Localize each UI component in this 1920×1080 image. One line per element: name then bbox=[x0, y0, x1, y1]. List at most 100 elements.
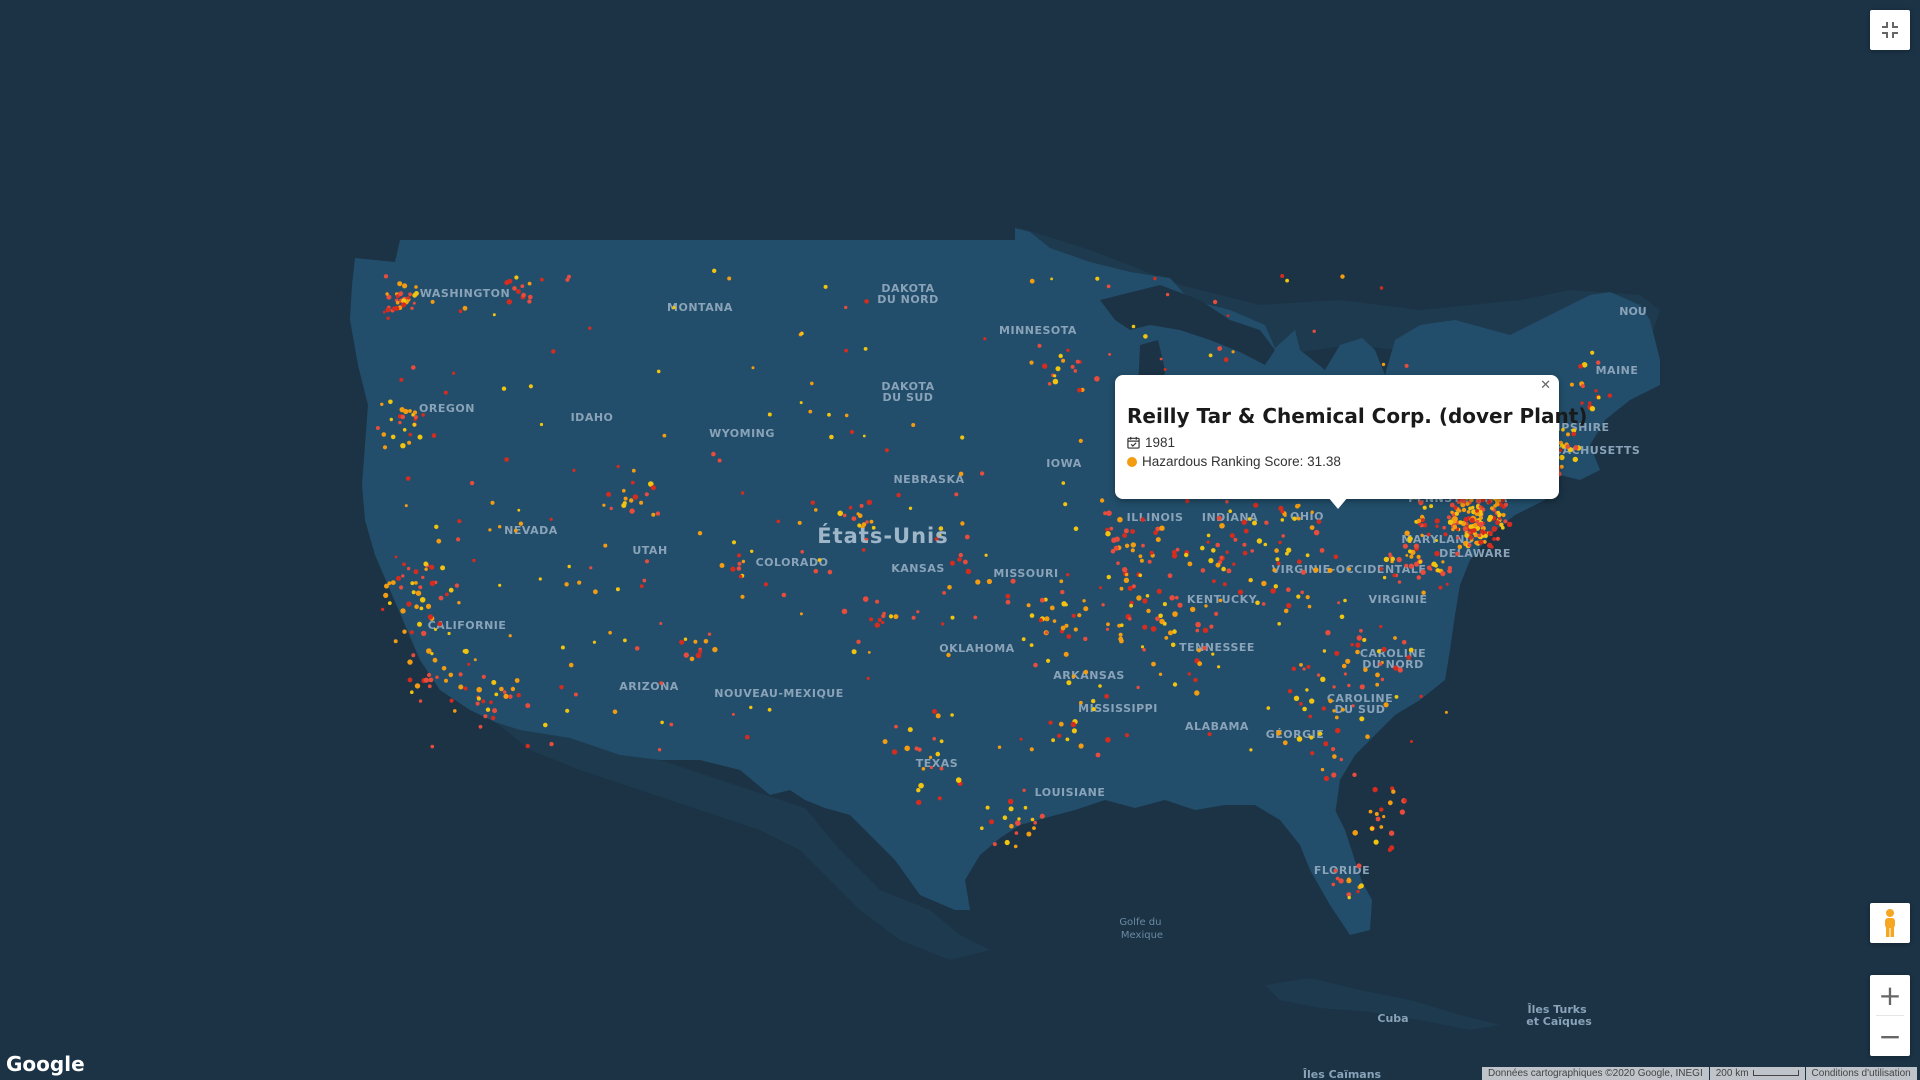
hazard-site-marker[interactable] bbox=[717, 458, 722, 463]
hazard-site-marker[interactable] bbox=[1172, 682, 1178, 687]
hazard-site-marker[interactable] bbox=[1156, 588, 1162, 595]
hazard-site-marker[interactable] bbox=[875, 599, 880, 604]
hazard-site-marker[interactable] bbox=[1495, 520, 1500, 525]
hazard-site-marker[interactable] bbox=[1399, 809, 1406, 815]
hazard-site-marker[interactable] bbox=[406, 601, 412, 607]
hazard-site-marker[interactable] bbox=[430, 744, 435, 749]
hazard-site-marker[interactable] bbox=[385, 307, 391, 313]
hazard-site-marker[interactable] bbox=[1099, 498, 1105, 503]
hazard-site-marker[interactable] bbox=[767, 707, 772, 712]
hazard-site-marker[interactable] bbox=[1450, 510, 1454, 514]
hazard-site-marker[interactable] bbox=[409, 630, 414, 635]
hazard-site-marker[interactable] bbox=[1429, 504, 1434, 509]
hazard-site-marker[interactable] bbox=[1355, 642, 1361, 648]
hazard-site-marker[interactable] bbox=[1573, 445, 1579, 451]
hazard-site-marker[interactable] bbox=[1496, 510, 1500, 515]
hazard-site-marker[interactable] bbox=[1506, 521, 1513, 527]
hazard-site-marker[interactable] bbox=[1302, 706, 1307, 712]
hazard-site-marker[interactable] bbox=[1478, 539, 1484, 545]
hazard-site-marker[interactable] bbox=[432, 657, 438, 663]
hazard-site-marker[interactable] bbox=[864, 299, 869, 304]
hazard-site-marker[interactable] bbox=[1280, 518, 1285, 522]
hazard-site-marker[interactable] bbox=[963, 559, 968, 565]
hazard-site-marker[interactable] bbox=[588, 326, 592, 330]
hazard-site-marker[interactable] bbox=[1187, 672, 1192, 676]
hazard-site-marker[interactable] bbox=[1145, 594, 1150, 598]
hazard-site-marker[interactable] bbox=[478, 724, 483, 729]
hazard-site-marker[interactable] bbox=[427, 684, 432, 689]
hazard-site-marker[interactable] bbox=[1316, 673, 1321, 677]
hazard-site-marker[interactable] bbox=[1256, 538, 1263, 544]
hazard-site-marker[interactable] bbox=[603, 543, 608, 548]
hazard-site-marker[interactable] bbox=[929, 765, 934, 770]
hazard-site-marker[interactable] bbox=[1247, 517, 1252, 521]
hazard-site-marker[interactable] bbox=[1347, 683, 1351, 688]
hazard-site-marker[interactable] bbox=[849, 429, 855, 435]
hazard-site-marker[interactable] bbox=[418, 699, 423, 703]
hazard-site-marker[interactable] bbox=[1105, 737, 1111, 743]
hazard-site-marker[interactable] bbox=[731, 712, 735, 716]
hazard-site-marker[interactable] bbox=[1332, 754, 1337, 759]
hazard-site-marker[interactable] bbox=[1226, 314, 1230, 317]
hazard-site-marker[interactable] bbox=[398, 420, 402, 425]
hazard-site-marker[interactable] bbox=[1252, 520, 1257, 526]
hazard-site-marker[interactable] bbox=[662, 433, 667, 438]
hazard-site-marker[interactable] bbox=[1438, 585, 1443, 590]
hazard-site-marker[interactable] bbox=[448, 672, 454, 678]
hazard-site-marker[interactable] bbox=[1196, 648, 1202, 653]
hazard-site-marker[interactable] bbox=[540, 277, 544, 282]
hazard-site-marker[interactable] bbox=[458, 684, 464, 690]
hazard-site-marker[interactable] bbox=[1278, 540, 1282, 545]
hazard-site-marker[interactable] bbox=[436, 538, 442, 544]
hazard-site-marker[interactable] bbox=[615, 587, 620, 592]
hazard-site-marker[interactable] bbox=[612, 709, 618, 715]
hazard-site-marker[interactable] bbox=[1486, 500, 1492, 505]
hazard-site-marker[interactable] bbox=[1378, 662, 1383, 666]
hazard-site-marker[interactable] bbox=[1404, 530, 1410, 536]
hazard-site-marker[interactable] bbox=[896, 492, 901, 498]
hazard-site-marker[interactable] bbox=[1171, 549, 1177, 555]
hazard-site-marker[interactable] bbox=[1215, 562, 1221, 568]
hazard-site-marker[interactable] bbox=[737, 553, 741, 558]
hazard-site-marker[interactable] bbox=[1456, 536, 1460, 540]
hazard-site-marker[interactable] bbox=[1005, 599, 1011, 605]
hazard-site-marker[interactable] bbox=[1014, 831, 1019, 835]
hazard-site-marker[interactable] bbox=[1229, 533, 1235, 539]
hazard-site-marker[interactable] bbox=[1277, 622, 1281, 626]
hazard-site-marker[interactable] bbox=[386, 316, 390, 320]
hazard-site-marker[interactable] bbox=[1397, 580, 1402, 584]
hazard-site-marker[interactable] bbox=[1313, 529, 1320, 536]
hazard-site-marker[interactable] bbox=[1414, 561, 1420, 567]
hazard-site-marker[interactable] bbox=[844, 413, 849, 418]
hazard-site-marker[interactable] bbox=[810, 381, 814, 386]
hazard-site-marker[interactable] bbox=[491, 715, 496, 721]
hazard-site-marker[interactable] bbox=[1078, 438, 1083, 443]
hazard-site-marker[interactable] bbox=[1047, 382, 1052, 386]
hazard-site-marker[interactable] bbox=[1337, 601, 1341, 605]
hazard-site-marker[interactable] bbox=[1413, 543, 1419, 549]
hazard-site-marker[interactable] bbox=[402, 629, 407, 634]
hazard-site-marker[interactable] bbox=[1263, 542, 1268, 547]
hazard-site-marker[interactable] bbox=[749, 705, 753, 710]
hazard-site-marker[interactable] bbox=[1070, 364, 1075, 369]
hazard-site-marker[interactable] bbox=[1491, 526, 1498, 532]
hazard-site-marker[interactable] bbox=[989, 819, 994, 825]
hazard-site-marker[interactable] bbox=[1379, 567, 1383, 571]
hazard-site-marker[interactable] bbox=[458, 672, 463, 677]
hazard-site-marker[interactable] bbox=[979, 471, 985, 476]
hazard-site-marker[interactable] bbox=[434, 524, 439, 529]
hazard-site-marker[interactable] bbox=[1158, 613, 1163, 619]
hazard-site-marker[interactable] bbox=[842, 513, 847, 518]
hazard-site-marker[interactable] bbox=[1039, 813, 1045, 819]
hazard-site-marker[interactable] bbox=[1029, 643, 1034, 647]
hazard-site-marker[interactable] bbox=[608, 630, 612, 635]
hazard-site-marker[interactable] bbox=[1300, 590, 1304, 595]
hazard-site-marker[interactable] bbox=[935, 713, 941, 719]
hazard-site-marker[interactable] bbox=[918, 782, 924, 789]
hazard-site-marker[interactable] bbox=[1381, 362, 1386, 367]
hazard-site-marker[interactable] bbox=[888, 614, 894, 619]
hazard-site-marker[interactable] bbox=[419, 597, 426, 603]
hazard-site-marker[interactable] bbox=[1296, 559, 1302, 565]
hazard-site-marker[interactable] bbox=[1497, 513, 1501, 518]
hazard-site-marker[interactable] bbox=[1123, 528, 1129, 534]
